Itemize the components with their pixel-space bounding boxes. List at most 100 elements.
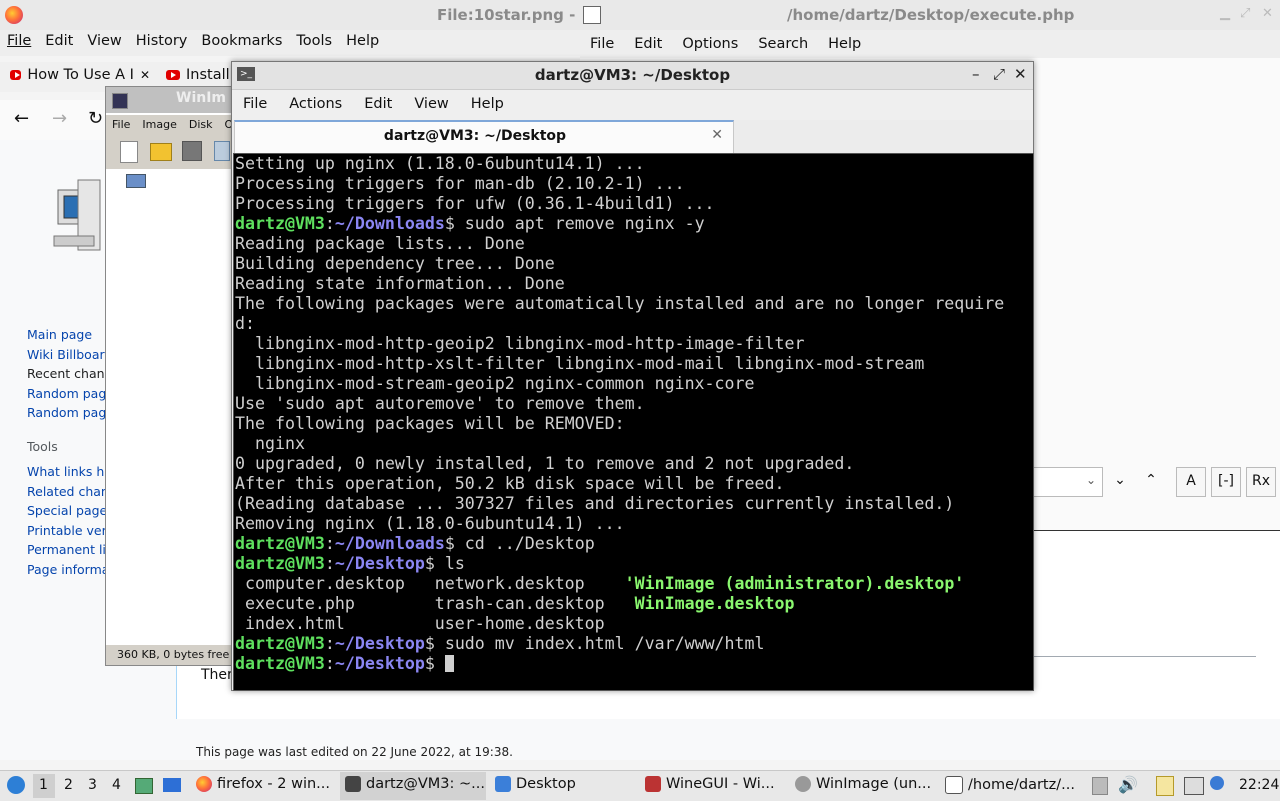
wiki-nav-link[interactable]: Main page [27, 327, 92, 342]
terminal-line: The following packages will be REMOVED: [235, 414, 1004, 434]
wiki-tool-link[interactable]: Printable ver [27, 523, 107, 538]
minimize-icon[interactable]: ▁ [1220, 6, 1230, 21]
winimage-window: WinIm File Image Disk Op 360 KB, 0 bytes… [105, 86, 240, 666]
close-icon[interactable]: ✕ [140, 68, 150, 82]
wiki-nav-link[interactable]: Random pag [27, 386, 106, 401]
forward-arrow-icon[interactable]: → [52, 108, 67, 129]
task-winegui[interactable]: WineGUI - Wi... [645, 776, 775, 792]
taskbar: 1 2 3 4 firefox - 2 win... dartz@VM3: ~.… [0, 770, 1280, 801]
terminal-tab[interactable]: dartz@VM3: ~/Desktop ✕ [234, 120, 734, 153]
terminal-line: Reading state information... Done [235, 274, 1004, 294]
terminal-menu-actions[interactable]: Actions [278, 90, 353, 120]
match-case-icon[interactable]: A [1176, 467, 1206, 497]
terminal-text: : [324, 534, 335, 553]
winimage-menu-file[interactable]: File [106, 115, 136, 135]
editor-menu-help[interactable]: Help [818, 30, 871, 58]
task-label: WinImage (un... [816, 776, 932, 792]
terminal-text: : [324, 634, 335, 653]
show-desktop-icon[interactable] [163, 778, 181, 792]
reload-icon[interactable]: ↻ [88, 108, 103, 129]
winimage-titlebar: WinIm [106, 87, 236, 113]
wiki-tool-link[interactable]: Related chan [27, 484, 109, 499]
volume-icon[interactable]: 🔊 [1118, 775, 1138, 794]
wiki-nav-link[interactable]: Recent chan [27, 366, 105, 381]
firefox-tab[interactable]: Installi [166, 67, 236, 83]
whole-word-icon[interactable]: [-] [1211, 467, 1241, 497]
clock[interactable]: 22:24 [1239, 777, 1279, 793]
regex-icon[interactable]: Rx [1246, 467, 1276, 497]
firefox-icon [5, 6, 23, 24]
minimize-icon[interactable]: – [972, 65, 980, 83]
task-winimage[interactable]: WinImage (un... [795, 776, 931, 792]
notes-icon[interactable] [1156, 776, 1174, 796]
wiki-nav-link[interactable]: Wiki Billboar [27, 347, 105, 362]
terminal-text: dartz@VM3 [235, 214, 325, 233]
terminal-menu-edit[interactable]: Edit [353, 90, 403, 120]
youtube-icon [10, 70, 22, 80]
wiki-tool-link[interactable]: Permanent li [27, 542, 106, 557]
workspace-4[interactable]: 4 [112, 777, 121, 793]
terminal-text: execute.php trash-can.desktop [235, 594, 635, 613]
firefox-tab-label: How To Use A I [27, 67, 134, 83]
update-icon[interactable] [1210, 776, 1224, 790]
close-icon[interactable]: ✕ [1014, 65, 1027, 83]
terminal-menu-help[interactable]: Help [460, 90, 515, 120]
task-firefox[interactable]: firefox - 2 win... [196, 776, 330, 792]
wiki-tool-link[interactable]: Special page [27, 503, 107, 518]
winimage-menu-image[interactable]: Image [136, 115, 182, 135]
maximize-icon[interactable]: ⤢ [993, 65, 1005, 83]
editor-search-input[interactable]: ⌄ [1032, 467, 1103, 497]
terminal-menu-file[interactable]: File [232, 90, 278, 120]
folder-icon[interactable] [126, 174, 146, 188]
terminal-line: 0 upgraded, 0 newly installed, 1 to remo… [235, 454, 1004, 474]
copy-icon[interactable] [214, 141, 230, 161]
terminal-output[interactable]: Setting up nginx (1.18.0-6ubuntu14.1) ..… [233, 153, 1034, 691]
task-editor[interactable]: /home/dartz/... [945, 776, 1075, 794]
terminal-text: $ ls [424, 554, 465, 573]
firefox-menu-view[interactable]: View [80, 30, 128, 56]
terminal-line: libnginx-mod-http-geoip2 libnginx-mod-ht… [235, 334, 1004, 354]
editor-menu-search[interactable]: Search [748, 30, 818, 58]
chevron-down-icon[interactable]: ⌄ [1086, 473, 1096, 487]
winimage-menu-disk[interactable]: Disk [183, 115, 219, 135]
firefox-menu-history[interactable]: History [129, 30, 195, 56]
terminal-text: dartz@VM3 [235, 554, 325, 573]
wiki-nav-link[interactable]: Random pag [27, 405, 106, 420]
file-manager-icon[interactable] [135, 778, 153, 794]
close-icon[interactable]: ✕ [1262, 6, 1273, 21]
workspace-3[interactable]: 3 [88, 777, 97, 793]
workspace-2[interactable]: 2 [64, 777, 73, 793]
task-terminal[interactable]: dartz@VM3: ~... [345, 776, 485, 792]
firefox-menu-edit[interactable]: Edit [38, 30, 80, 56]
save-icon[interactable] [182, 141, 202, 161]
task-desktop[interactable]: Desktop [495, 776, 576, 792]
wiki-tool-link[interactable]: What links he [27, 464, 112, 479]
terminal-text: $ cd ../Desktop [444, 534, 595, 553]
find-previous-icon[interactable]: ⌃ [1137, 467, 1165, 495]
find-next-icon[interactable]: ⌄ [1106, 467, 1134, 495]
maximize-icon[interactable]: ⤢ [1240, 6, 1250, 21]
clipboard-icon[interactable] [1092, 777, 1108, 795]
firefox-menu-help[interactable]: Help [339, 30, 386, 56]
terminal-lines: Setting up nginx (1.18.0-6ubuntu14.1) ..… [235, 154, 1004, 674]
terminal-window-title: dartz@VM3: ~/Desktop [534, 66, 731, 84]
wiki-tool-link[interactable]: Page informa [27, 562, 109, 577]
editor-menu-edit[interactable]: Edit [624, 30, 672, 58]
start-menu-icon[interactable] [7, 776, 25, 794]
editor-menu-options[interactable]: Options [672, 30, 748, 58]
back-arrow-icon[interactable]: ← [14, 108, 29, 129]
firefox-menu-bookmarks[interactable]: Bookmarks [194, 30, 289, 56]
terminal-text: ~/Downloads [334, 214, 445, 233]
editor-menu-file[interactable]: File [580, 30, 624, 58]
monitor-icon[interactable] [1184, 777, 1204, 795]
terminal-menu-view[interactable]: View [403, 90, 459, 120]
close-icon[interactable]: ✕ [711, 127, 723, 143]
firefox-menu-file[interactable]: File [0, 30, 38, 56]
workspace-1[interactable]: 1 [39, 777, 48, 793]
terminal-text: $ sudo apt remove nginx -y [444, 214, 705, 233]
terminal-text: : [324, 214, 335, 233]
firefox-menu-tools[interactable]: Tools [289, 30, 339, 56]
firefox-tab[interactable]: How To Use A I ✕ [10, 67, 150, 83]
open-folder-icon[interactable] [150, 143, 172, 161]
new-file-icon[interactable] [120, 141, 138, 163]
